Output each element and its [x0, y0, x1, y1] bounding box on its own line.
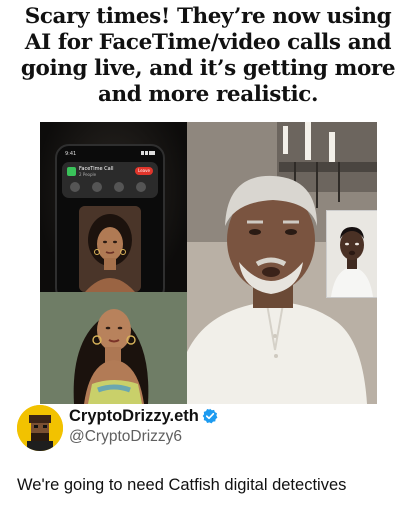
phone-status-time: 9:41 [65, 151, 77, 157]
woman-illustration [40, 292, 187, 404]
leave-button: Leave [135, 167, 153, 175]
headline: Scary times! They’re now using AI for Fa… [0, 4, 416, 108]
call-subtitle: 2 People [79, 172, 97, 177]
author-display-name[interactable]: CryptoDrizzy.eth [69, 407, 199, 425]
author-name-row: CryptoDrizzy.eth [69, 407, 218, 429]
signal-icon [141, 151, 155, 155]
facetime-call-card: FaceTime Call 2 People Leave [62, 162, 158, 198]
verified-check-icon [202, 408, 218, 429]
post-media-collage[interactable]: 9:41 FaceTime Call 2 People Leave [40, 122, 377, 404]
post-text: We're going to need Catfish digital dete… [17, 476, 347, 494]
facetime-phone-image: 9:41 FaceTime Call 2 People Leave [40, 122, 187, 302]
headline-line: going live, and it’s getting more [20, 56, 396, 81]
more-icon [136, 182, 146, 192]
young-man-illustration [327, 211, 377, 297]
avatar[interactable] [17, 405, 63, 451]
phone-status-bar: 9:41 [65, 151, 155, 159]
headline-line: AI for FaceTime/video calls and [24, 30, 392, 55]
camera-icon [92, 182, 102, 192]
woman-photo [40, 292, 187, 404]
pixel-avatar-icon [17, 405, 63, 451]
woman-face-illustration [79, 206, 141, 292]
mute-icon [114, 182, 124, 192]
headline-line: and more realistic. [97, 82, 319, 107]
phone-device: 9:41 FaceTime Call 2 People Leave [55, 144, 165, 302]
author-handle[interactable]: @CryptoDrizzy6 [69, 428, 182, 446]
headline-line: Scary times! They’re now using [24, 4, 392, 29]
post-author[interactable]: CryptoDrizzy.eth @CryptoDrizzy6 [17, 405, 397, 451]
pip-video-feed [326, 210, 377, 298]
remote-video-feed [79, 206, 141, 292]
facetime-icon [67, 167, 76, 176]
speaker-icon [70, 182, 80, 192]
man-photo [187, 122, 377, 404]
